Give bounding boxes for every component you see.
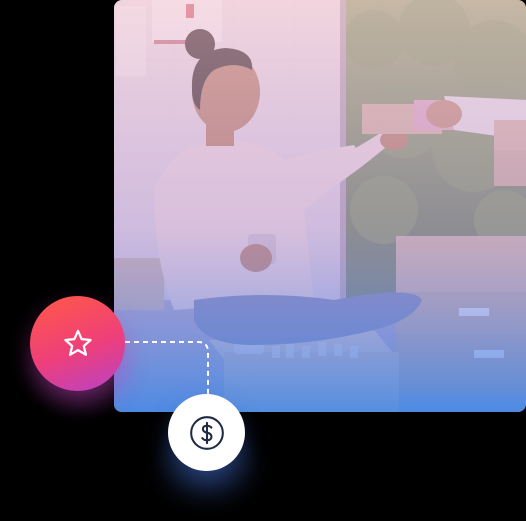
dollar-badge bbox=[168, 394, 245, 471]
star-badge bbox=[30, 296, 125, 391]
dollar-icon bbox=[189, 415, 224, 450]
hero-illustration bbox=[0, 0, 526, 521]
hero-photo bbox=[114, 0, 526, 412]
star-icon bbox=[63, 329, 92, 356]
photo-woman-receiving-package bbox=[114, 0, 526, 412]
